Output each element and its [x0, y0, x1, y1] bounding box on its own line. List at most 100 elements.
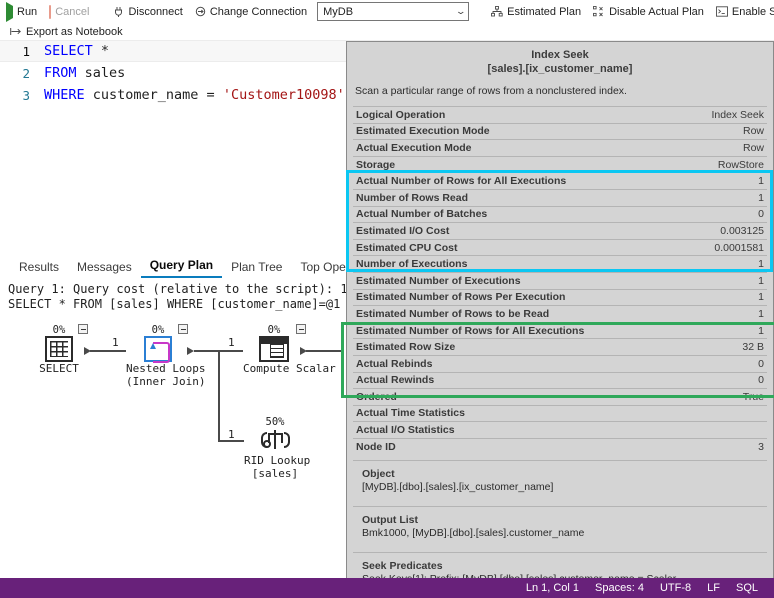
- status-eol[interactable]: LF: [699, 582, 728, 594]
- tooltip-block-title: Output List: [362, 514, 758, 526]
- line-number: 1: [0, 44, 44, 59]
- tooltip-property-list: Logical OperationIndex Seek Estimated Ex…: [347, 106, 773, 454]
- tooltip-row-key: Estimated Row Size: [356, 341, 455, 353]
- plan-edge: [306, 350, 342, 352]
- tooltip-row-value: 1: [758, 258, 764, 270]
- tooltip-row-key: Actual Number of Rows for All Executions: [356, 175, 566, 187]
- plan-disable-icon: [593, 6, 605, 17]
- plan-node-expander[interactable]: [296, 324, 306, 334]
- plan-node-expander[interactable]: [178, 324, 188, 334]
- plan-tree-icon: [491, 6, 503, 17]
- app-window: Run Cancel Disconnect Change Connection: [0, 0, 774, 598]
- tab-messages[interactable]: Messages: [68, 258, 141, 278]
- plan-node-expander[interactable]: [78, 324, 88, 334]
- tooltip-block-value: [MyDB].[dbo].[sales].[ix_customer_name]: [362, 481, 758, 494]
- export-notebook-label: Export as Notebook: [26, 26, 123, 38]
- secondary-toolbar: Export as Notebook: [0, 23, 774, 40]
- tooltip-row-key: Ordered: [356, 391, 397, 403]
- tooltip-description: Scan a particular range of rows from a n…: [347, 76, 773, 106]
- tooltip-row: Number of Rows Read1: [353, 189, 767, 206]
- tooltip-row: OrderedTrue: [353, 388, 767, 405]
- tooltip-row-key: Estimated Number of Rows for All Executi…: [356, 325, 584, 337]
- plan-edge-arrowhead: [300, 347, 307, 355]
- tooltip-row: Estimated Row Size 32 B: [353, 338, 767, 355]
- tooltip-row-value: 1: [758, 308, 764, 320]
- tooltip-row-key: Actual Number of Batches: [356, 208, 487, 220]
- run-button[interactable]: Run: [0, 2, 43, 22]
- plan-edge-label: 1: [112, 336, 119, 349]
- tooltip-subtitle-text: [sales].[ix_customer_name]: [347, 62, 773, 76]
- tooltip-row-key: Number of Executions: [356, 258, 467, 270]
- change-connection-button[interactable]: Change Connection: [189, 2, 313, 22]
- plan-node-label: SELECT: [28, 362, 90, 375]
- cancel-button[interactable]: Cancel: [43, 2, 95, 22]
- database-select[interactable]: MyDB ⌄: [317, 2, 469, 21]
- tooltip-row-value: 0: [758, 358, 764, 370]
- database-value: MyDB: [323, 6, 353, 18]
- change-connection-label: Change Connection: [210, 6, 307, 18]
- tab-plan-tree[interactable]: Plan Tree: [222, 258, 291, 278]
- line-number: 2: [0, 66, 44, 81]
- tab-results[interactable]: Results: [10, 258, 68, 278]
- estimated-plan-button[interactable]: Estimated Plan: [485, 2, 587, 22]
- select-icon: [45, 336, 73, 362]
- tooltip-row-key: Storage: [356, 159, 395, 171]
- tooltip-block-title: Seek Predicates: [362, 560, 758, 572]
- status-language-mode[interactable]: SQL: [728, 582, 766, 594]
- cancel-label: Cancel: [55, 6, 89, 18]
- tab-query-plan[interactable]: Query Plan: [141, 256, 222, 278]
- disable-actual-plan-label: Disable Actual Plan: [609, 6, 704, 18]
- run-label: Run: [17, 6, 37, 18]
- tooltip-row-key: Estimated CPU Cost: [356, 242, 458, 254]
- chevron-down-icon: ⌄: [455, 6, 466, 17]
- tooltip-row: Storage RowStore: [353, 156, 767, 173]
- tooltip-row: Actual I/O Statistics: [353, 421, 767, 438]
- plan-edge-arrowhead: [187, 347, 194, 355]
- tooltip-row: Estimated Number of Rows Per Execution1: [353, 289, 767, 306]
- tooltip-row: Estimated Number of Executions 1: [353, 272, 767, 289]
- tooltip-row-value: Index Seek: [711, 109, 764, 121]
- tooltip-row: Estimated CPU Cost 0.0001581: [353, 239, 767, 256]
- tooltip-row-key: Estimated Number of Executions: [356, 275, 521, 287]
- tooltip-row-value: Row: [743, 142, 764, 154]
- rid-lookup-icon: [260, 428, 290, 454]
- status-encoding[interactable]: UTF-8: [652, 582, 699, 594]
- tooltip-row-value: 1: [758, 275, 764, 287]
- tooltip-row-value: 1: [758, 291, 764, 303]
- line-number: 3: [0, 88, 44, 103]
- tooltip-row-value: Row: [743, 125, 764, 137]
- plan-edge-arrowhead: [84, 347, 91, 355]
- tooltip-row-value: RowStore: [718, 159, 764, 171]
- status-indentation[interactable]: Spaces: 4: [587, 582, 652, 594]
- tooltip-row-key: Number of Rows Read: [356, 192, 468, 204]
- plan-node-rid-lookup[interactable]: 50% RID Lookup [sales]: [244, 416, 306, 480]
- tooltip-row: Node ID3: [353, 438, 767, 455]
- tooltip-row: Actual Number of Rows for All Executions…: [353, 172, 767, 189]
- tooltip-row: Actual Rebinds0: [353, 355, 767, 372]
- tooltip-row: Actual Rewinds0: [353, 372, 767, 389]
- tooltip-block-title: Object: [362, 468, 758, 480]
- tooltip-row: Estimated Number of Rows for All Executi…: [353, 322, 767, 339]
- sqlcmd-icon: [716, 6, 728, 17]
- disconnect-button[interactable]: Disconnect: [107, 2, 188, 22]
- plan-node-label: Nested Loops (Inner Join): [126, 362, 190, 388]
- tooltip-row-key: Actual Execution Mode: [356, 142, 472, 154]
- tooltip-row-key: Estimated Number of Rows to be Read: [356, 308, 549, 320]
- status-cursor-position[interactable]: Ln 1, Col 1: [518, 582, 587, 594]
- tooltip-row: Logical OperationIndex Seek: [353, 106, 767, 123]
- query-toolbar: Run Cancel Disconnect Change Connection: [0, 0, 774, 23]
- tooltip-row-value: 1: [758, 175, 764, 187]
- plan-node-cost: 50%: [244, 416, 306, 428]
- nested-loops-icon: [144, 336, 172, 362]
- disable-actual-plan-button[interactable]: Disable Actual Plan: [587, 2, 710, 22]
- plan-edge-label: 1: [228, 336, 235, 349]
- enable-sqlcmd-button[interactable]: Enable SQLCMD: [710, 2, 774, 22]
- tooltip-block-value: Bmk1000, [MyDB].[dbo].[sales].customer_n…: [362, 527, 758, 540]
- swap-connection-icon: [195, 6, 206, 17]
- plan-edge-label: 1: [228, 428, 235, 441]
- tooltip-row-value: 0.0001581: [714, 242, 764, 254]
- export-notebook-button[interactable]: Export as Notebook: [0, 22, 129, 42]
- tooltip-row-value: 32 B: [742, 341, 764, 353]
- plan-edge: [90, 350, 126, 352]
- plug-icon: [113, 6, 124, 18]
